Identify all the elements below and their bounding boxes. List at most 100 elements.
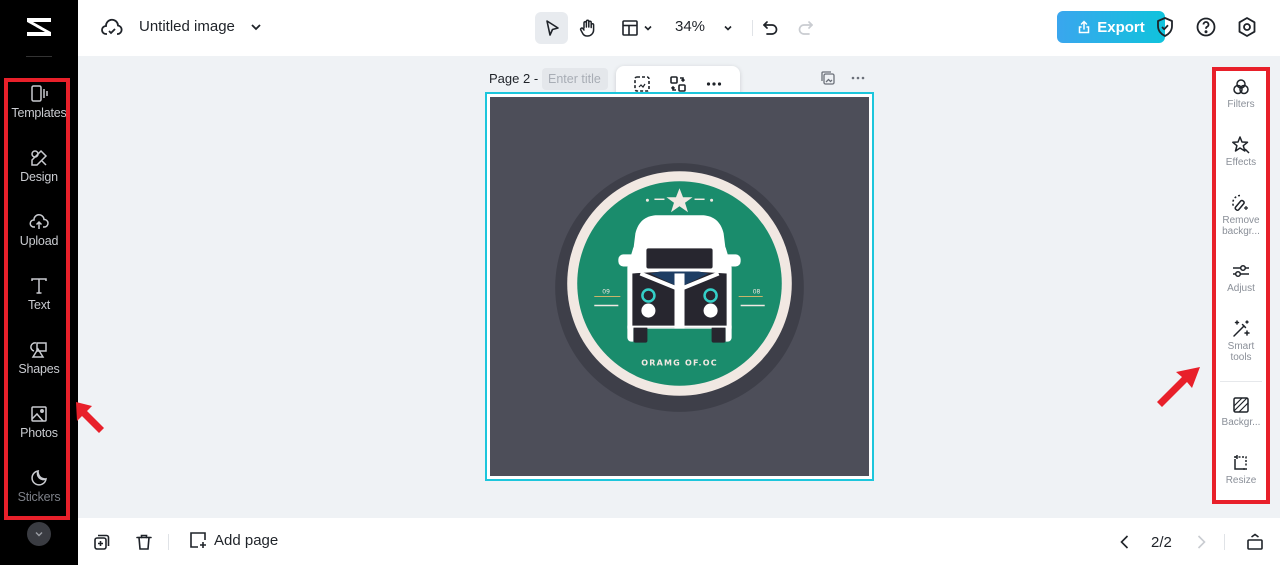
swap-icon bbox=[670, 76, 686, 92]
rail-item-label: Text bbox=[27, 298, 51, 312]
document-title[interactable]: Untitled image bbox=[139, 18, 235, 35]
page-label: Page 2 - bbox=[489, 71, 539, 86]
text-icon bbox=[31, 278, 47, 294]
background-icon bbox=[1233, 397, 1249, 413]
logo-divider bbox=[26, 56, 52, 57]
badge-text: ORAMG OF.OC bbox=[641, 359, 718, 368]
rail-item-label: Shapes bbox=[18, 362, 60, 376]
upload-icon bbox=[29, 214, 49, 229]
redo-icon bbox=[798, 21, 813, 35]
adjust-icon bbox=[1233, 264, 1249, 278]
undo-icon bbox=[763, 21, 778, 35]
svg-text:08: 08 bbox=[753, 289, 761, 296]
page-title-input[interactable] bbox=[542, 68, 608, 90]
export-label: Export bbox=[1097, 18, 1145, 36]
rail-item-stickers[interactable]: Stickers bbox=[6, 468, 72, 524]
photos-icon bbox=[31, 406, 47, 422]
left-rail: Templates Design Upload Text Shapes Phot… bbox=[0, 0, 78, 565]
add-page-button[interactable]: Add page bbox=[188, 530, 278, 550]
panel-item-label: Effects bbox=[1225, 157, 1257, 168]
rail-item-upload[interactable]: Upload bbox=[6, 212, 72, 268]
panel-item-filters[interactable]: Filters bbox=[1212, 77, 1270, 110]
panel-item-label: Smart tools bbox=[1227, 341, 1255, 363]
rail-item-text[interactable]: Text bbox=[6, 276, 72, 332]
panel-item-label: Filters bbox=[1227, 99, 1255, 110]
rail-item-shapes[interactable]: Shapes bbox=[6, 340, 72, 396]
layout-icon bbox=[621, 20, 638, 36]
svg-text:09: 09 bbox=[602, 289, 610, 296]
effects-icon bbox=[1232, 136, 1250, 154]
chevron-down-icon bbox=[643, 25, 652, 31]
design-icon bbox=[31, 149, 48, 166]
canvas-area[interactable]: Page 2 - Enter title 09 08 ORAMG OF.OC bbox=[78, 56, 1204, 518]
page-manager-icon[interactable] bbox=[1245, 532, 1265, 552]
rail-more-button[interactable] bbox=[27, 522, 51, 546]
shapes-icon bbox=[30, 342, 47, 358]
bottom-bar: Add page 2/2 bbox=[78, 518, 1280, 565]
panel-item-adjust[interactable]: Adjust bbox=[1212, 261, 1270, 294]
capcut-logo-icon[interactable] bbox=[22, 14, 56, 40]
hand-tool-button[interactable] bbox=[574, 12, 602, 44]
car-badge-image: 09 08 ORAMG OF.OC bbox=[555, 163, 804, 412]
layout-menu-button[interactable] bbox=[616, 12, 658, 44]
bottom-divider bbox=[168, 534, 169, 550]
duplicate-page-button-icon[interactable] bbox=[92, 532, 112, 552]
panel-item-label: Adjust bbox=[1227, 283, 1255, 294]
page-indicator: 2/2 bbox=[1151, 534, 1172, 551]
capcut-editor: Templates Design Upload Text Shapes Phot… bbox=[0, 0, 1280, 565]
undo-button[interactable] bbox=[758, 12, 782, 44]
canvas-image[interactable]: 09 08 ORAMG OF.OC bbox=[490, 97, 869, 476]
chevron-down-icon bbox=[35, 532, 43, 537]
crop-select-icon bbox=[634, 76, 650, 92]
rail-item-label: Photos bbox=[20, 426, 58, 440]
top-bar: Untitled image 34% Export bbox=[78, 0, 1280, 56]
panel-item-resize[interactable]: Resize bbox=[1212, 453, 1270, 486]
panel-divider bbox=[1220, 381, 1262, 382]
rail-item-label: Design bbox=[20, 170, 58, 184]
cloud-sync-icon[interactable] bbox=[100, 16, 124, 40]
page-more-icon[interactable] bbox=[849, 70, 867, 86]
panel-item-label: Backgr... bbox=[1221, 417, 1261, 428]
export-button[interactable]: Export bbox=[1057, 11, 1165, 43]
delete-page-icon[interactable] bbox=[134, 532, 154, 552]
templates-icon bbox=[31, 85, 48, 102]
panel-item-label: Resize bbox=[1225, 475, 1257, 486]
panel-item-remove-background[interactable]: Remove backgr... bbox=[1212, 193, 1270, 237]
help-icon[interactable] bbox=[1194, 15, 1218, 39]
duplicate-page-icon[interactable] bbox=[820, 70, 836, 86]
select-tool-button[interactable] bbox=[535, 12, 568, 44]
panel-item-smart-tools[interactable]: Smart tools bbox=[1212, 319, 1270, 363]
zoom-level[interactable]: 34% bbox=[675, 18, 705, 35]
rail-item-label: Stickers bbox=[17, 490, 61, 504]
zoom-dropdown-button[interactable] bbox=[718, 12, 738, 44]
filters-icon bbox=[1233, 79, 1249, 95]
next-page-icon[interactable] bbox=[1191, 532, 1211, 552]
export-icon bbox=[1078, 20, 1090, 34]
rail-item-label: Upload bbox=[19, 234, 59, 248]
resize-icon bbox=[1234, 455, 1247, 470]
selected-page[interactable]: 09 08 ORAMG OF.OC bbox=[485, 92, 874, 481]
remove-background-icon bbox=[1232, 194, 1248, 212]
shield-check-icon[interactable] bbox=[1153, 15, 1177, 39]
stickers-icon bbox=[31, 470, 47, 486]
bottom-divider bbox=[1224, 534, 1225, 550]
chevron-down-icon bbox=[724, 25, 732, 31]
panel-item-effects[interactable]: Effects bbox=[1212, 135, 1270, 168]
chevron-down-icon[interactable] bbox=[248, 19, 264, 35]
add-page-icon bbox=[190, 532, 206, 548]
pointer-icon bbox=[545, 20, 559, 36]
settings-icon[interactable] bbox=[1235, 15, 1259, 39]
hand-icon bbox=[579, 19, 595, 37]
redo-button[interactable] bbox=[794, 12, 818, 44]
right-tool-panel: Filters Effects Remove backgr... Adjust … bbox=[1212, 67, 1270, 503]
rail-item-design[interactable]: Design bbox=[6, 148, 72, 204]
rail-item-templates[interactable]: Templates bbox=[6, 84, 72, 140]
toolbar-divider bbox=[752, 20, 753, 36]
panel-item-label: Remove backgr... bbox=[1222, 215, 1260, 237]
rail-item-label: Templates bbox=[11, 106, 67, 120]
panel-item-background[interactable]: Backgr... bbox=[1212, 395, 1270, 428]
add-page-label: Add page bbox=[214, 531, 279, 549]
previous-page-icon[interactable] bbox=[1115, 532, 1135, 552]
magic-wand-icon bbox=[1233, 320, 1250, 337]
rail-item-photos[interactable]: Photos bbox=[6, 404, 72, 460]
